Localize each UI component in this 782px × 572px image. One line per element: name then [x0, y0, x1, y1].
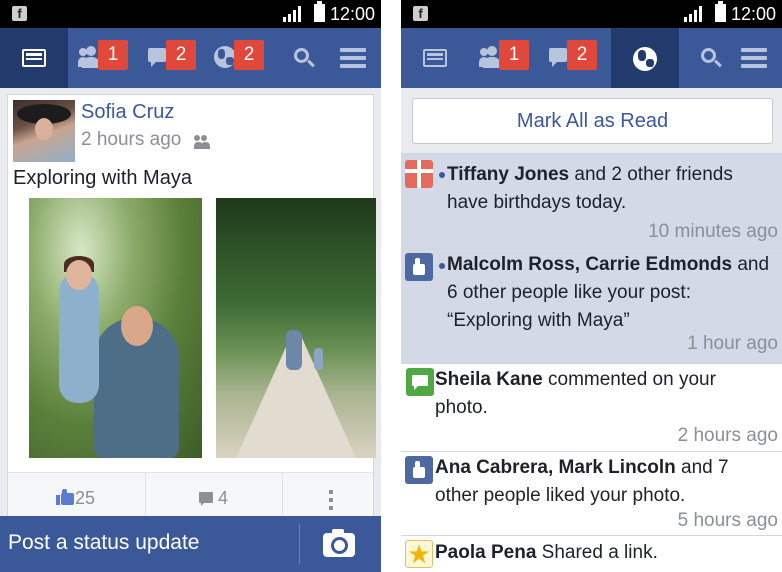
- like-count: 25: [75, 488, 96, 508]
- signal-icon: [283, 6, 305, 22]
- clock: 12:00: [330, 4, 376, 24]
- mark-all-read-button[interactable]: Mark All as Read: [412, 98, 773, 144]
- divider: [299, 524, 300, 564]
- notification-text: Paola Pena Shared a link.: [435, 542, 658, 563]
- camera-icon[interactable]: [323, 529, 355, 557]
- notification-text: Tiffany Jones and 2 other friends have b…: [447, 164, 733, 213]
- notification-time: 2 hours ago: [677, 425, 778, 446]
- notification-time: 1 hour ago: [687, 333, 778, 354]
- more-options-icon: [329, 490, 333, 510]
- notifications-globe-icon: [214, 46, 236, 68]
- status-bar: f 12:00: [401, 0, 782, 28]
- nav-menu[interactable]: [322, 28, 381, 88]
- messages-badge: 2: [567, 40, 597, 70]
- friends-audience-icon: [194, 135, 212, 149]
- friend-requests-badge: 1: [98, 40, 128, 70]
- nav-notifications[interactable]: [611, 28, 679, 88]
- notification-text: Sheila Kane commented on your photo.: [435, 369, 716, 418]
- notifications-globe-icon: [633, 47, 657, 71]
- post-photo[interactable]: [216, 198, 376, 458]
- menu-icon: [340, 48, 366, 68]
- notification-item[interactable]: Tiffany Jones and 2 other friends have b…: [401, 154, 782, 249]
- nav-notifications[interactable]: 2: [204, 28, 272, 88]
- top-nav-bar: 1 2: [401, 28, 782, 88]
- unread-dot: [439, 263, 445, 269]
- notification-item[interactable]: Sheila Kane commented on your photo. 2 h…: [401, 364, 782, 452]
- notification-time: 5 hours ago: [677, 510, 778, 531]
- battery-icon: [314, 1, 325, 22]
- comment-count: 4: [218, 488, 229, 508]
- news-feed-screen: f 12:00 1 2 2 Sofia Cruz 2 hours ago Exp…: [0, 0, 381, 572]
- nav-messages[interactable]: 2: [537, 28, 605, 88]
- messages-icon: [148, 48, 166, 67]
- notifications-badge: 2: [234, 40, 264, 70]
- notification-item[interactable]: ★ Paola Pena Shared a link.: [401, 536, 782, 572]
- search-icon: [701, 48, 716, 63]
- messages-icon: [549, 48, 567, 67]
- gift-icon: [405, 160, 433, 188]
- like-icon: [405, 456, 433, 484]
- post-time[interactable]: 2 hours ago: [81, 129, 181, 151]
- messages-badge: 2: [166, 40, 196, 70]
- nav-news-feed[interactable]: [0, 28, 68, 88]
- comment-icon: [406, 368, 434, 396]
- post-author[interactable]: Sofia Cruz: [81, 101, 174, 124]
- comment-icon: [199, 492, 213, 506]
- facebook-icon: f: [12, 6, 27, 21]
- post-status-update-button[interactable]: Post a status update: [8, 531, 199, 555]
- post-photo[interactable]: [29, 198, 202, 458]
- like-icon: [56, 489, 74, 505]
- news-feed-icon: [423, 49, 447, 67]
- notification-text: Ana Cabrera, Mark Lincoln and 7 other pe…: [435, 457, 729, 506]
- unread-dot: [439, 172, 445, 178]
- clock: 12:00: [731, 4, 777, 24]
- nav-friend-requests[interactable]: 1: [68, 28, 136, 88]
- nav-menu[interactable]: [723, 28, 782, 88]
- nav-friend-requests[interactable]: 1: [469, 28, 537, 88]
- composer-bar: Post a status update: [0, 516, 381, 572]
- mark-all-container: Mark All as Read: [401, 88, 782, 154]
- like-icon: [405, 253, 433, 281]
- notification-item[interactable]: Malcolm Ross, Carrie Edmonds and 6 other…: [401, 249, 782, 364]
- notification-item[interactable]: Ana Cabrera, Mark Lincoln and 7 other pe…: [401, 452, 782, 536]
- news-feed-icon: [22, 49, 46, 67]
- notifications-screen: f 12:00 1 2 Mark All as Read Tiffany Jon…: [401, 0, 782, 572]
- friend-requests-badge: 1: [499, 40, 529, 70]
- status-bar: f 12:00: [0, 0, 381, 28]
- star-icon: ★: [405, 540, 433, 568]
- post-card: Sofia Cruz 2 hours ago Exploring with Ma…: [7, 94, 376, 525]
- facebook-icon: f: [413, 6, 428, 21]
- menu-icon: [741, 48, 767, 68]
- nav-messages[interactable]: 2: [136, 28, 204, 88]
- avatar[interactable]: [13, 100, 75, 162]
- signal-icon: [684, 6, 706, 22]
- nav-news-feed[interactable]: [401, 28, 469, 88]
- search-icon: [294, 48, 309, 63]
- notification-text: Malcolm Ross, Carrie Edmonds and 6 other…: [447, 254, 770, 331]
- post-text: Exploring with Maya: [13, 167, 192, 189]
- battery-icon: [715, 1, 726, 22]
- top-nav-bar: 1 2 2: [0, 28, 381, 88]
- notification-time: 10 minutes ago: [648, 221, 778, 242]
